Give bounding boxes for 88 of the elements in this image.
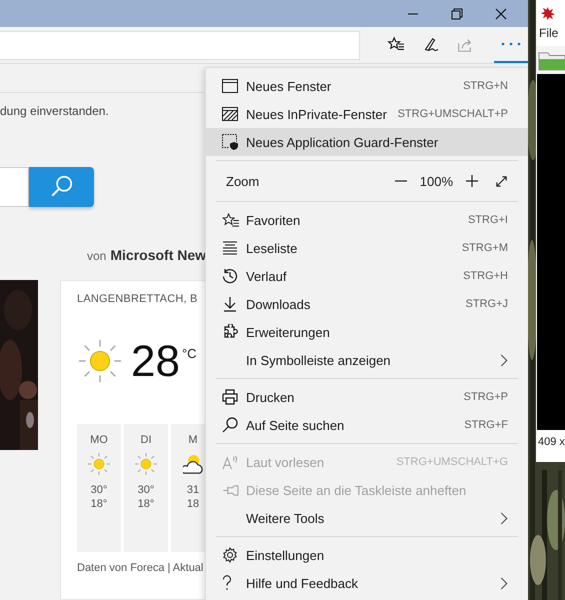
read-aloud-icon <box>222 454 239 470</box>
shortcut-text: STRG+F <box>464 419 508 431</box>
consent-text: dung einverstanden. <box>0 104 109 118</box>
shortcut-text: STRG+I <box>468 214 508 226</box>
menu-item[interactable]: Erweiterungen <box>206 318 528 346</box>
zoom-label: Zoom <box>226 174 260 188</box>
lines-icon <box>222 241 238 255</box>
menu-item[interactable]: Downloads STRG+J <box>206 290 528 318</box>
menu-item[interactable]: Favoriten STRG+I <box>206 206 528 234</box>
star-list-icon <box>222 212 239 228</box>
item-label: In Symbolleiste anzeigen <box>246 352 392 368</box>
zoom-value: 100% <box>420 174 453 188</box>
cloud-sun-icon <box>183 452 203 476</box>
sun-icon <box>87 452 111 476</box>
chevron-right-icon <box>500 576 508 590</box>
item-label: Erweiterungen <box>246 324 331 340</box>
zoom-in-icon[interactable] <box>465 174 479 188</box>
fullscreen-icon[interactable] <box>495 174 508 188</box>
item-label: Favoriten <box>246 212 302 228</box>
window-icon <box>222 79 238 93</box>
close-icon[interactable] <box>494 8 508 20</box>
item-label: Downloads <box>246 296 312 312</box>
item-label: Laut vorlesen <box>246 454 326 470</box>
shortcut-text: STRG+P <box>464 391 508 403</box>
item-label: Leseliste <box>246 240 298 256</box>
sun-icon <box>77 338 123 384</box>
shortcut-text: STRG+H <box>463 270 508 282</box>
menu-item[interactable]: Drucken STRG+P <box>206 383 528 411</box>
puzzle-icon <box>222 324 238 340</box>
day-name: DI <box>140 434 152 448</box>
settings-icon <box>222 547 238 563</box>
help-icon <box>222 575 232 591</box>
source-prefix: von <box>87 249 106 263</box>
item-label: Neues InPrivate-Fenster <box>246 106 388 122</box>
low-temperature: 18° <box>138 498 154 510</box>
search-button[interactable] <box>29 167 94 207</box>
menu-item[interactable]: Einstellungen <box>206 541 528 569</box>
high-temperature: 31 <box>186 484 200 496</box>
printer-icon <box>222 389 238 405</box>
data-source-text: Daten von Foreca | Aktual <box>77 562 204 574</box>
item-label: Verlauf <box>246 268 288 284</box>
high-temperature: 30° <box>138 484 154 496</box>
status-text: 409 x <box>537 435 565 448</box>
shortcut-text: STRG+UMSCHALT+P <box>398 108 508 120</box>
menu-item[interactable]: Weitere Tools <box>206 504 528 532</box>
shortcut-text: STRG+UMSCHALT+G <box>396 456 508 468</box>
search-field[interactable] <box>0 167 29 207</box>
chevron-right-icon <box>500 512 508 524</box>
item-label: Neues Fenster <box>246 78 332 94</box>
menu-item[interactable]: Leseliste STRG+M <box>206 234 528 262</box>
menu-item[interactable]: Neues Fenster STRG+N <box>206 72 528 100</box>
hatched-window-icon <box>222 107 238 121</box>
restore-icon[interactable] <box>450 8 464 20</box>
item-label: Weitere Tools <box>246 510 326 526</box>
shortcut-text: STRG+J <box>466 298 508 310</box>
splat-icon <box>540 6 555 20</box>
download-icon <box>222 296 238 312</box>
location-label: LANGENBRETTACH, B <box>77 293 198 305</box>
day-name: MO <box>90 434 108 448</box>
item-label: Auf Seite suchen <box>246 418 346 432</box>
low-temperature: 18 <box>186 498 200 510</box>
temperature-unit: °C <box>182 346 197 361</box>
item-label: Diese Seite an die Taskleiste anheften <box>246 482 468 498</box>
source-name: Microsoft New <box>110 247 206 263</box>
item-label: Einstellungen <box>246 548 326 562</box>
menu-item[interactable]: Neues InPrivate-Fenster STRG+UMSCHALT+P <box>206 100 528 128</box>
item-label: Hilfe und Feedback <box>246 576 360 590</box>
search-icon <box>222 417 238 433</box>
item-label: Neues Application Guard-Fenster <box>246 134 440 150</box>
shortcut-text: STRG+N <box>463 80 508 92</box>
low-temperature: 18° <box>90 498 108 510</box>
menu-item[interactable]: Hilfe und Feedback <box>206 569 528 597</box>
high-temperature: 30° <box>90 484 108 496</box>
menu-item[interactable]: File <box>536 26 565 46</box>
temperature: 28 <box>131 338 180 386</box>
sun-icon <box>134 452 158 476</box>
shield-window-icon <box>222 134 238 150</box>
shortcut-text: STRG+M <box>462 242 508 254</box>
address-field[interactable] <box>0 30 360 60</box>
menu-item[interactable]: In Symbolleiste anzeigen <box>206 346 528 374</box>
day-name: M <box>188 434 198 448</box>
menu-item[interactable]: Verlauf STRG+H <box>206 262 528 290</box>
menu-item[interactable]: Neues Application Guard-Fenster <box>206 128 528 156</box>
pin-icon <box>222 484 239 496</box>
menu-item[interactable]: Auf Seite suchen STRG+F <box>206 411 528 439</box>
history-icon <box>222 268 238 284</box>
item-label: Drucken <box>246 390 296 404</box>
chevron-right-icon <box>500 354 508 366</box>
